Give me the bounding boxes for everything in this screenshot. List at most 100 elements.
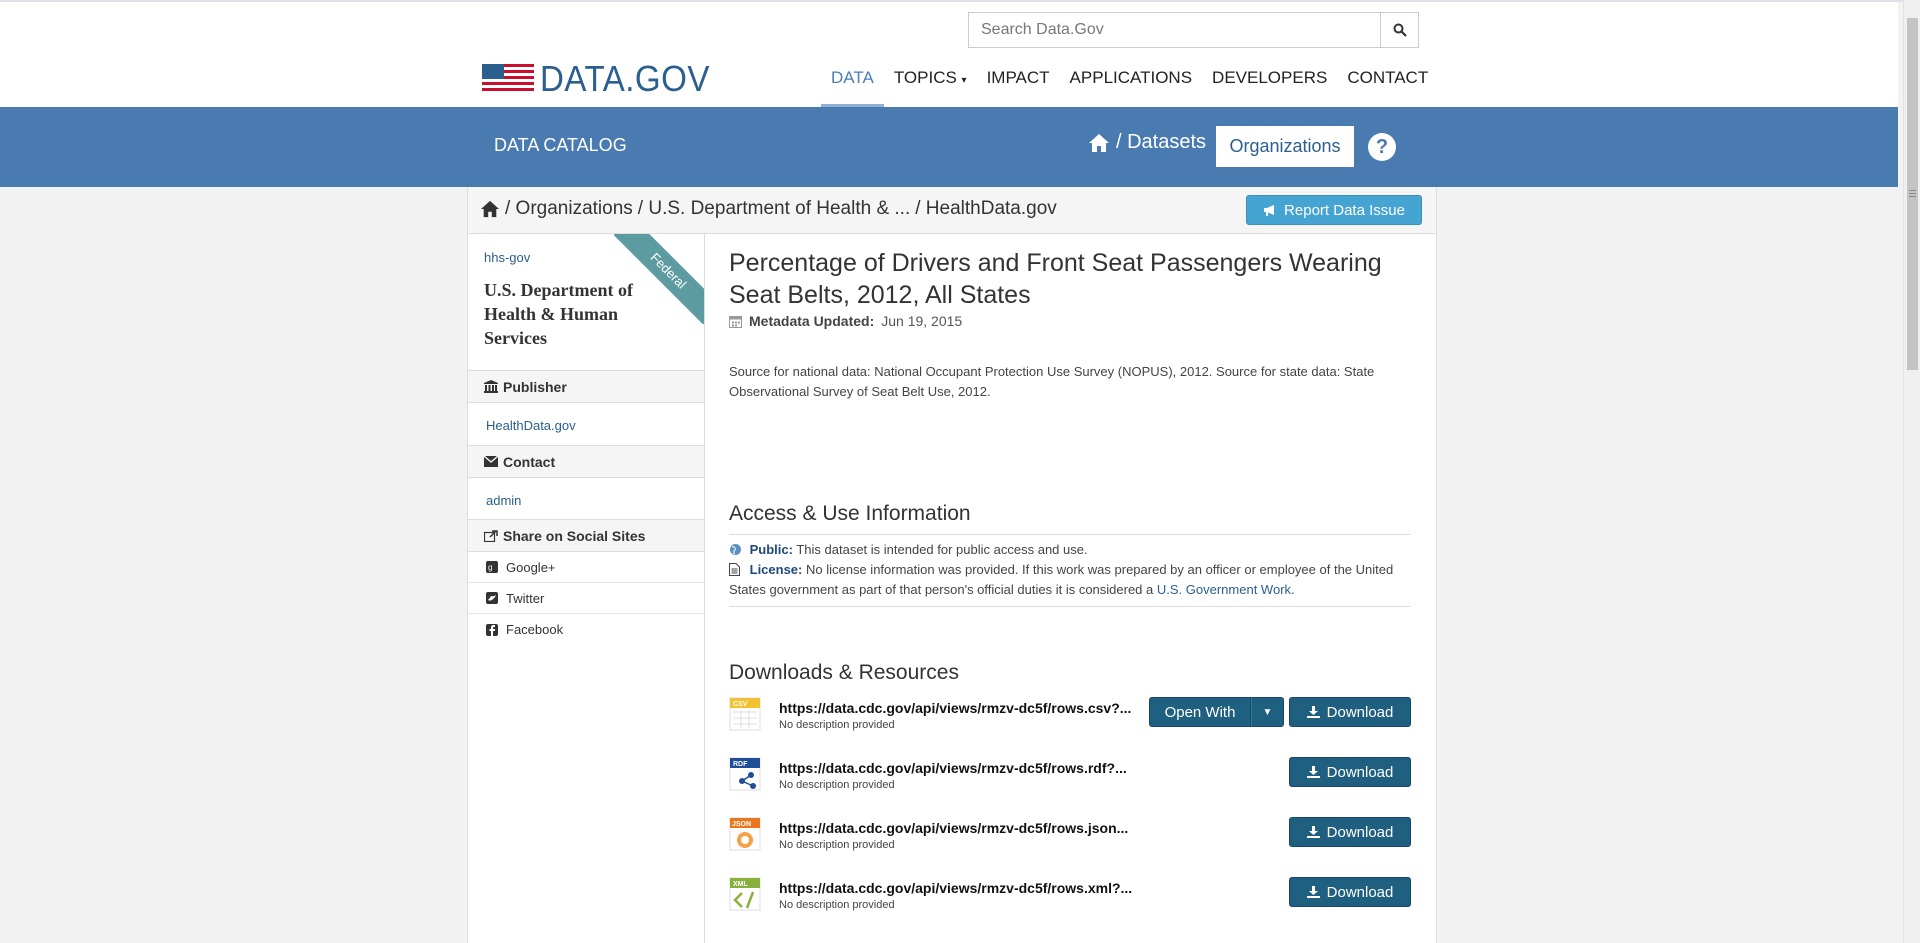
site-header: DATA.GOV DATA TOPICS ▾ IMPACT APPLICATIO…	[0, 2, 1898, 107]
share-twitter[interactable]: Twitter	[468, 583, 704, 614]
rdf-file-icon: RDF	[729, 757, 761, 791]
report-label: Report Data Issue	[1284, 201, 1405, 219]
svg-text:XML: XML	[733, 881, 749, 888]
logo-text: DATA.GOV	[540, 58, 710, 99]
download-icon	[1306, 706, 1320, 718]
scrollbar-grip	[1909, 193, 1916, 194]
resource-url[interactable]: https://data.cdc.gov/api/views/rmzv-dc5f…	[779, 820, 1159, 836]
breadcrumb: / Organizations / U.S. Department of Hea…	[480, 198, 1057, 220]
publisher-heading: Publisher	[468, 370, 704, 403]
search-button[interactable]	[1381, 13, 1418, 47]
facebook-icon	[486, 623, 498, 636]
download-icon	[1306, 826, 1320, 838]
breadcrumb-bar: / Organizations / U.S. Department of Hea…	[468, 187, 1436, 234]
government-work-link[interactable]: U.S. Government Work	[1157, 582, 1291, 597]
resource-url[interactable]: https://data.cdc.gov/api/views/rmzv-dc5f…	[779, 880, 1159, 896]
site-logo[interactable]: DATA.GOV	[482, 58, 725, 99]
search-box	[968, 12, 1419, 48]
breadcrumb-department[interactable]: / U.S. Department of Health & ...	[638, 198, 910, 220]
share-facebook[interactable]: Facebook	[468, 614, 704, 645]
nav-topics[interactable]: TOPICS ▾	[884, 62, 977, 107]
license-info: License: No license information was prov…	[729, 560, 1411, 600]
nav-applications[interactable]: APPLICATIONS	[1060, 62, 1203, 107]
nav-data[interactable]: DATA	[821, 62, 884, 107]
nav-developers[interactable]: DEVELOPERS	[1202, 62, 1337, 107]
public-label: Public:	[749, 542, 793, 557]
content-container: / Organizations / U.S. Department of Hea…	[467, 187, 1437, 943]
contact-heading-label: Contact	[503, 453, 556, 470]
divider	[729, 606, 1411, 607]
public-info: Public: This dataset is intended for pub…	[729, 540, 1411, 560]
nav-impact[interactable]: IMPACT	[977, 62, 1060, 107]
download-icon	[1306, 886, 1320, 898]
google-plus-icon: g	[486, 561, 498, 573]
resource-description: No description provided	[779, 719, 895, 731]
caret-down-icon: ▼	[1262, 706, 1273, 718]
datasets-link[interactable]: / Datasets	[1116, 131, 1206, 154]
metadata-date: Jun 19, 2015	[881, 313, 963, 329]
download-button[interactable]: Download	[1289, 757, 1411, 787]
resource-url[interactable]: https://data.cdc.gov/api/views/rmzv-dc5f…	[779, 760, 1159, 776]
open-with-dropdown[interactable]: ▼	[1251, 697, 1284, 727]
dataset-description: Source for national data: National Occup…	[729, 364, 1375, 399]
metadata-updated: Metadata Updated: Jun 19, 2015	[729, 313, 962, 329]
contact-link[interactable]: admin	[486, 493, 521, 508]
svg-text:RDF: RDF	[733, 761, 748, 768]
share-icon	[484, 529, 498, 542]
envelope-icon	[484, 456, 498, 467]
nav-contact[interactable]: CONTACT	[1337, 62, 1438, 107]
access-heading: Access & Use Information	[729, 502, 971, 525]
svg-text:JSON: JSON	[732, 821, 751, 828]
xml-file-icon: XML	[729, 877, 761, 911]
resource-xml: XML https://data.cdc.gov/api/views/rmzv-…	[729, 877, 1411, 921]
download-button[interactable]: Download	[1289, 817, 1411, 847]
share-heading: Share on Social Sites	[468, 519, 704, 552]
publisher-link[interactable]: HealthData.gov	[486, 418, 576, 433]
org-name[interactable]: U.S. Department of Health & Human Servic…	[484, 278, 634, 350]
scrollbar-grip	[1909, 190, 1916, 191]
csv-file-icon: CSV	[729, 697, 761, 731]
home-icon[interactable]	[480, 200, 500, 218]
metadata-label: Metadata Updated:	[749, 313, 875, 329]
download-label: Download	[1326, 883, 1394, 901]
download-button[interactable]: Download	[1289, 877, 1411, 907]
bullhorn-icon	[1264, 205, 1275, 216]
org-slug[interactable]: hhs-gov	[484, 250, 530, 265]
download-button[interactable]: Download	[1289, 697, 1411, 727]
organizations-tab[interactable]: Organizations	[1216, 126, 1354, 167]
caret-down-icon: ▾	[961, 75, 967, 86]
download-label: Download	[1326, 823, 1394, 841]
help-icon[interactable]: ?	[1368, 133, 1396, 161]
file-icon	[729, 563, 740, 576]
report-data-issue-button[interactable]: Report Data Issue	[1246, 195, 1422, 225]
facebook-label: Facebook	[506, 622, 564, 637]
resource-url[interactable]: https://data.cdc.gov/api/views/rmzv-dc5f…	[779, 700, 1159, 716]
breadcrumb-current[interactable]: / HealthData.gov	[915, 198, 1057, 220]
scrollbar-thumb[interactable]	[1907, 18, 1918, 370]
page-scrollbar[interactable]	[1903, 0, 1920, 943]
resource-rdf: RDF https://data.cdc.gov/api/views/rmzv-…	[729, 757, 1411, 801]
resource-csv: CSV https://data.cdc.gov/api/views/rmzv-…	[729, 697, 1411, 741]
svg-text:CSV: CSV	[733, 701, 748, 708]
institution-icon	[484, 380, 498, 393]
data-catalog-link[interactable]: DATA CATALOG	[494, 135, 627, 156]
json-file-icon: JSON	[729, 817, 761, 851]
home-icon[interactable]	[1088, 133, 1110, 153]
download-icon	[1306, 766, 1320, 778]
nav-topics-label: TOPICS	[893, 68, 957, 87]
search-icon	[1393, 23, 1407, 37]
open-with-button[interactable]: Open With	[1149, 697, 1251, 727]
contact-heading: Contact	[468, 445, 704, 478]
publisher-heading-label: Publisher	[503, 378, 567, 395]
breadcrumb-organizations[interactable]: / Organizations	[505, 198, 633, 220]
license-label: License:	[749, 562, 803, 577]
twitter-icon	[486, 592, 498, 604]
public-text: This dataset is intended for public acce…	[796, 542, 1088, 557]
globe-icon	[730, 544, 741, 555]
catalog-bar: DATA CATALOG / Datasets Organizations ?	[0, 107, 1898, 187]
scrollbar-grip	[1909, 196, 1916, 197]
share-google-plus[interactable]: g Google+	[468, 552, 704, 583]
resource-json: JSON https://data.cdc.gov/api/views/rmzv…	[729, 817, 1411, 861]
search-input[interactable]	[969, 13, 1381, 47]
catalog-breadcrumb: / Datasets	[1088, 131, 1206, 154]
